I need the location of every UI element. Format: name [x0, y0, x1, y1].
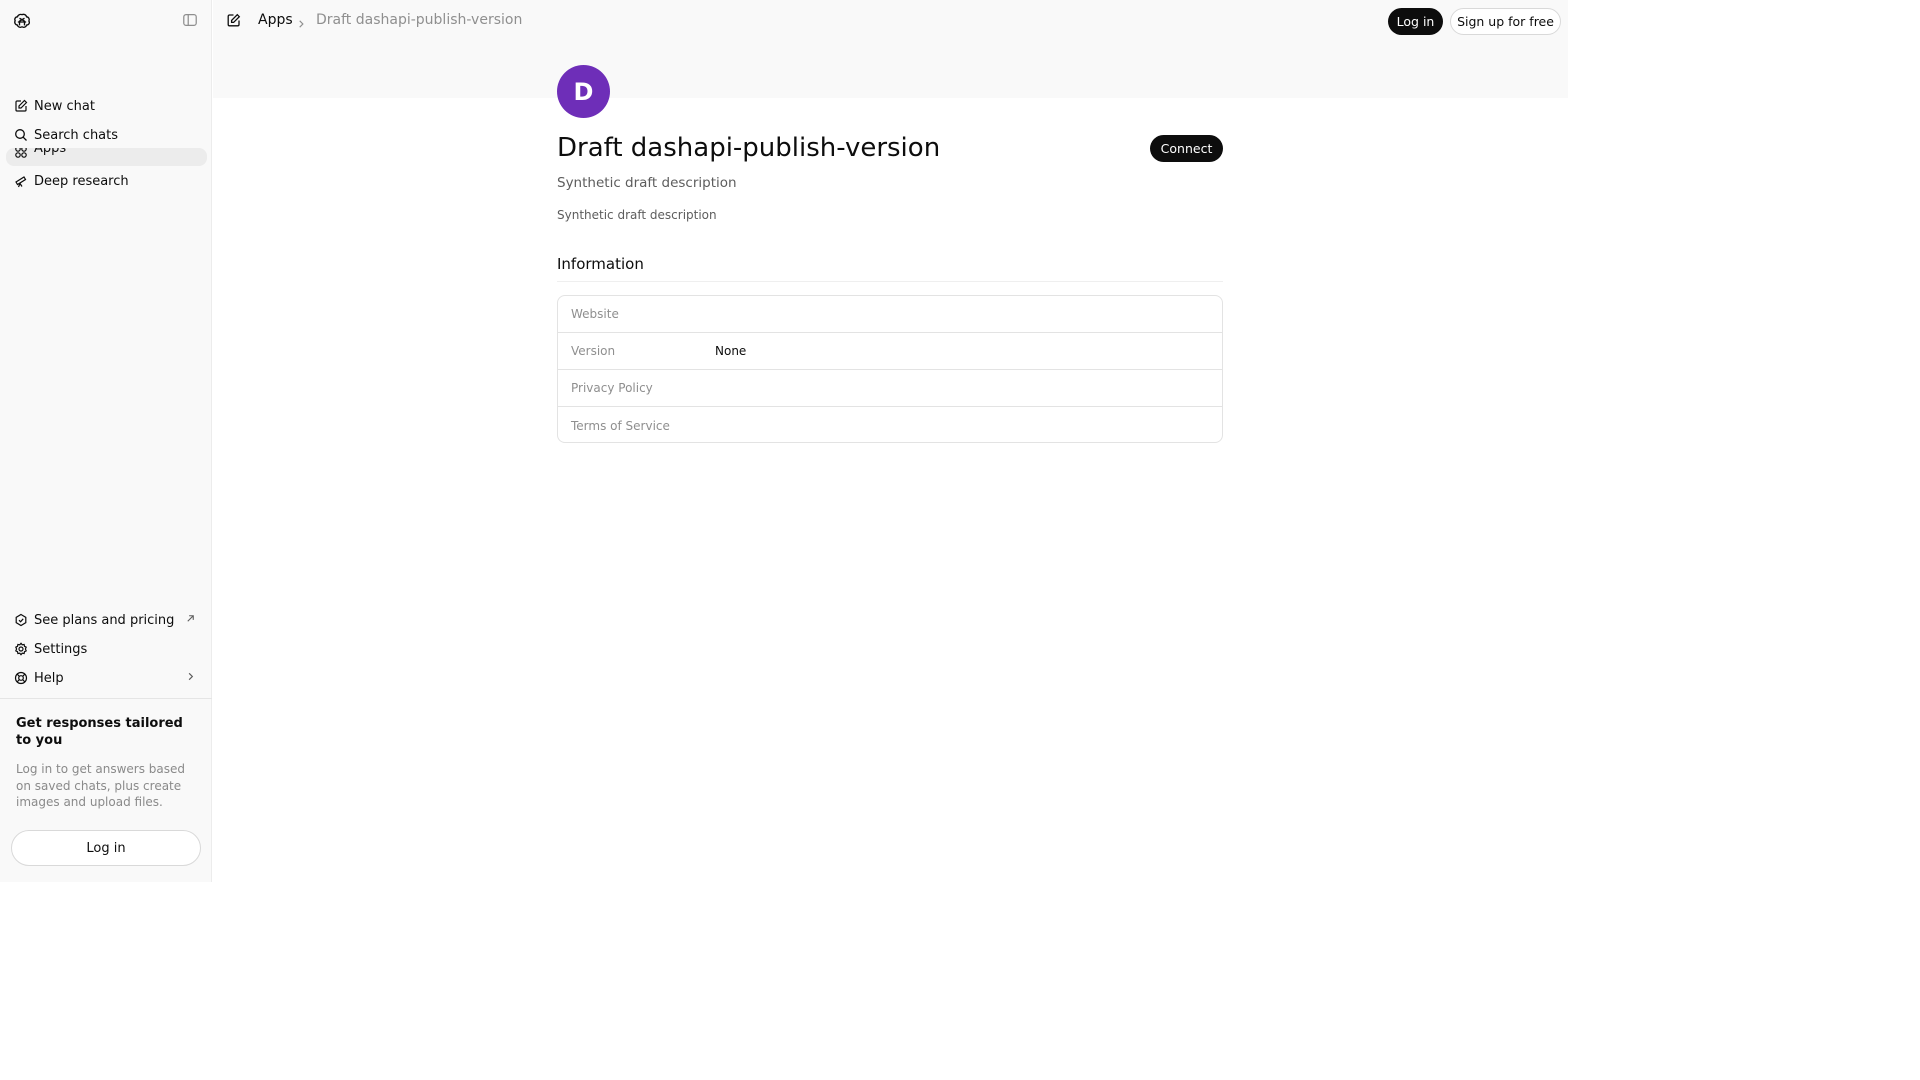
signup-button[interactable]: Sign up for free: [1450, 8, 1561, 35]
information-table: Website Version None Privacy Policy Term…: [557, 295, 1223, 443]
edit-icon: [14, 99, 28, 113]
new-chat-label: New chat: [34, 98, 95, 114]
help-button[interactable]: Help: [6, 664, 207, 692]
breadcrumb-current: Draft dashapi-publish-version: [316, 12, 523, 28]
see-plans-label: See plans and pricing: [34, 612, 175, 628]
sidebar: New chat Search chats Apps Deep research…: [0, 0, 212, 882]
upgrade-icon: [14, 613, 28, 627]
edit-icon[interactable]: [226, 13, 241, 28]
sidebar-toggle-icon[interactable]: [182, 12, 200, 30]
new-chat-button[interactable]: New chat: [6, 92, 207, 120]
gear-icon: [14, 642, 28, 656]
promo-text: Log in to get answers based on saved cha…: [16, 762, 186, 809]
breadcrumb-apps-link[interactable]: Apps: [258, 12, 293, 28]
app-avatar: D: [557, 65, 610, 118]
info-label: Website: [571, 307, 619, 321]
breadcrumb-chevron-icon: [297, 15, 307, 28]
information-heading: Information: [557, 255, 644, 273]
info-row-privacy-policy: Privacy Policy: [558, 370, 1222, 407]
deep-research-label: Deep research: [34, 173, 129, 189]
promo-title: Get responses tailored to you: [16, 716, 183, 748]
external-link-icon: [185, 613, 197, 625]
information-divider: [557, 281, 1223, 282]
apps-label: Apps: [34, 148, 67, 156]
connect-button[interactable]: Connect: [1150, 135, 1223, 162]
app-description: Synthetic draft description: [557, 208, 717, 222]
help-label: Help: [34, 670, 64, 686]
chevron-right-icon: [185, 671, 197, 683]
info-value: None: [715, 344, 747, 358]
sidebar-login-button[interactable]: Log in: [11, 830, 201, 866]
app-title: Draft dashapi-publish-version: [557, 133, 941, 163]
sidebar-divider: [0, 698, 212, 699]
telescope-icon: [14, 174, 28, 188]
info-row-website: Website: [558, 296, 1222, 333]
app-subtitle: Synthetic draft description: [557, 175, 737, 191]
info-row-version: Version None: [558, 333, 1222, 370]
login-button[interactable]: Log in: [1388, 8, 1443, 35]
apps-icon: [14, 148, 28, 159]
info-label: Version: [571, 344, 616, 358]
info-label: Terms of Service: [571, 418, 670, 433]
info-row-terms-of-service: Terms of Service: [558, 407, 1222, 442]
help-icon: [14, 671, 28, 685]
openai-logo-icon[interactable]: [12, 12, 32, 32]
search-chats-label: Search chats: [34, 127, 119, 143]
search-icon: [14, 128, 28, 142]
see-plans-button[interactable]: See plans and pricing: [6, 606, 207, 634]
deep-research-button[interactable]: Deep research: [6, 167, 207, 195]
settings-label: Settings: [34, 641, 88, 657]
settings-button[interactable]: Settings: [6, 635, 207, 663]
apps-button[interactable]: Apps: [6, 148, 207, 166]
search-chats-button[interactable]: Search chats: [6, 121, 207, 149]
app-root: New chat Search chats Apps Deep research…: [0, 0, 1568, 882]
info-label: Privacy Policy: [571, 381, 653, 395]
